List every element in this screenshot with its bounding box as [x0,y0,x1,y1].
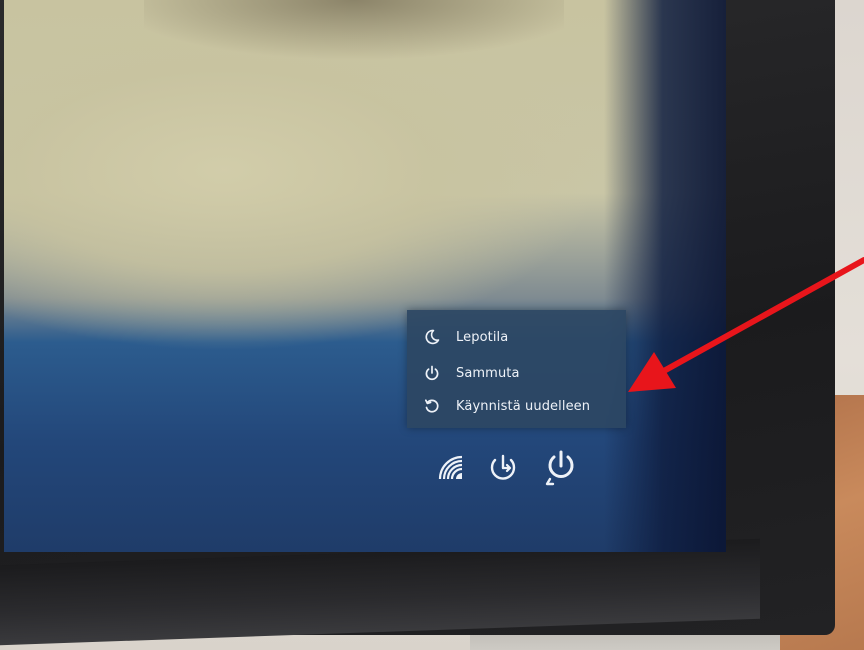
menu-item-label: Lepotila [456,329,509,345]
ease-of-access-icon [486,451,520,489]
menu-item-label: Sammuta [456,365,520,381]
shutdown-icon [424,365,440,381]
network-button[interactable] [430,446,472,494]
annotation-arrow [628,257,864,392]
screen-shade [144,0,564,70]
power-icon [544,449,578,491]
restart-icon [424,398,440,414]
menu-item-label: Käynnistä uudelleen [456,398,591,414]
power-button[interactable] [540,446,582,494]
menu-item-restart[interactable]: Käynnistä uudelleen [407,390,626,422]
menu-item-sleep[interactable]: Lepotila [407,321,626,353]
ease-of-access-button[interactable] [482,446,524,494]
sleep-moon-icon [424,329,440,345]
photo-scene: Lepotila Sammuta Käynnistä uudelleen [0,0,864,650]
lock-screen-tray [430,446,590,496]
power-menu: Lepotila Sammuta Käynnistä uudelleen [407,310,626,428]
network-icon [436,453,466,487]
menu-item-shutdown[interactable]: Sammuta [407,357,626,389]
